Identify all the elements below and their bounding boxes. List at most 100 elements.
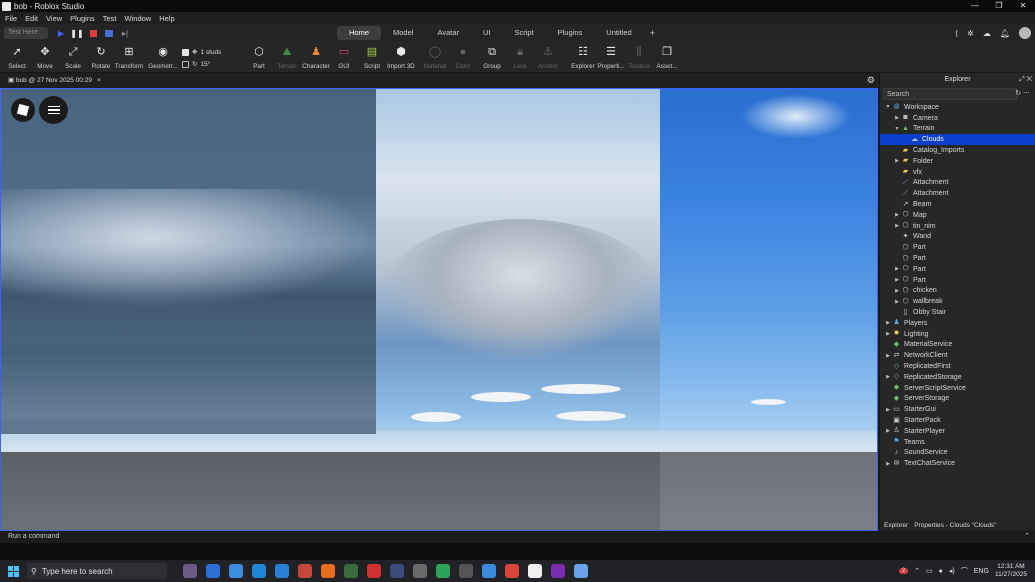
chevron-up-icon[interactable]: ⌃ [914, 567, 920, 575]
material-button[interactable]: ◯ Material [420, 44, 450, 70]
tab-avatar[interactable]: Avatar [425, 26, 471, 40]
tree-item-beam[interactable]: ↗ Beam [880, 199, 1035, 210]
cloud-icon[interactable]: ☁ [983, 29, 991, 38]
select-button[interactable]: ➚ Select [2, 44, 32, 70]
mail-icon[interactable] [275, 564, 289, 578]
client-server-icon[interactable] [103, 27, 115, 39]
notification-icon[interactable]: 🔔︎ [1000, 29, 1010, 38]
explorer-window-buttons[interactable]: ⤢ ✕ [1019, 73, 1032, 87]
tree-item-obby-stair[interactable]: ▯ Obby Stair [880, 307, 1035, 318]
tree-item-part[interactable]: ▶ ⬡ Part [880, 264, 1035, 275]
viewport-settings-icon[interactable]: ⚙ [867, 75, 875, 86]
app-icon[interactable] [367, 564, 381, 578]
tree-item-part[interactable]: ▶ ⬡ Part [880, 275, 1035, 286]
chevron-down-icon[interactable]: ▼ [884, 104, 892, 110]
windows-start-icon[interactable] [8, 565, 19, 577]
tab-explorer[interactable]: Explorer [884, 522, 908, 529]
viewport[interactable] [0, 88, 878, 531]
tree-item-starterplayer[interactable]: ▶ ♙ StarterPlayer [880, 426, 1035, 437]
tree-item-players[interactable]: ▶ ♟ Players [880, 318, 1035, 329]
group-button[interactable]: ⧉ Group [477, 44, 507, 70]
play-icon[interactable]: ▶ [55, 27, 67, 39]
tab-model[interactable]: Model [381, 26, 425, 40]
hamburger-button[interactable] [39, 96, 68, 124]
tree-item-workspace[interactable]: ▼ ◍ Workspace [880, 102, 1035, 113]
chevron-right-icon[interactable]: ▶ [893, 158, 901, 164]
tree-item-wallbreak[interactable]: ▶ ⬡ wallbreak [880, 296, 1035, 307]
tree-item-lighting[interactable]: ▶ ✹ Lighting [880, 329, 1035, 340]
chevron-right-icon[interactable]: ▶ [893, 277, 901, 283]
chrome-icon[interactable] [505, 564, 519, 578]
menu-test[interactable]: Test [103, 14, 117, 23]
chevron-up-icon[interactable]: ⌃ [1024, 531, 1030, 543]
explorer-search[interactable]: Search ↻ ⋯ [883, 88, 1030, 100]
add-tab-icon[interactable]: + [644, 26, 661, 40]
chevron-right-icon[interactable]: ▶ [884, 331, 892, 337]
tree-item-materialservice[interactable]: ◆ MaterialService [880, 340, 1035, 351]
document-tab[interactable]: ▣ bob @ 27 Nov 2025 00:29 × [4, 75, 105, 87]
roblox-studio-taskbar-icon[interactable] [528, 564, 542, 578]
move-button[interactable]: ✥ Move [30, 44, 60, 70]
tree-item-part[interactable]: ⬡ Part [880, 253, 1035, 264]
roblox-menu-button[interactable] [11, 98, 35, 122]
script-button[interactable]: ▤ Script [357, 44, 387, 70]
task-view-icon[interactable] [206, 564, 220, 578]
pause-icon[interactable]: ❚❚ [70, 27, 83, 39]
properties-button[interactable]: ☰ Properti... [596, 44, 626, 70]
menu-help[interactable]: Help [159, 14, 174, 23]
rotate-snap-checkbox[interactable] [182, 60, 189, 68]
tab-ui[interactable]: UI [471, 26, 503, 40]
app-icon[interactable] [551, 564, 565, 578]
character-button[interactable]: ♟ Character [301, 44, 331, 70]
rotate-button[interactable]: ↻ Rotate [86, 44, 116, 70]
firefox-icon[interactable] [321, 564, 335, 578]
chevron-right-icon[interactable]: ▶ [884, 353, 892, 359]
tree-item-terrain[interactable]: ▼ ▲ Terrain [880, 124, 1035, 135]
tree-item-tin-nim[interactable]: ▶ ⬡ tin_nim [880, 221, 1035, 232]
share-icon[interactable]: ⟨ [955, 29, 958, 38]
notification-badge[interactable]: 2 [898, 568, 909, 574]
collaborate-icon[interactable]: ✲ [967, 29, 974, 38]
tab-plugins[interactable]: Plugins [546, 26, 595, 40]
taskbar-search[interactable]: ⚲ Type here to search [27, 563, 167, 579]
chevron-right-icon[interactable]: ▶ [893, 223, 901, 229]
move-snap[interactable]: ✥ 1 studs [182, 46, 221, 58]
tree-item-startergui[interactable]: ▶ ▭ StarterGui [880, 404, 1035, 415]
menu-edit[interactable]: Edit [25, 14, 38, 23]
language-indicator[interactable]: ENG [974, 568, 989, 575]
anchor-button[interactable]: ⚓︎ Anchor [533, 44, 563, 70]
chevron-right-icon[interactable]: ▶ [893, 212, 901, 218]
test-mode-dropdown[interactable]: Test Here [4, 27, 48, 39]
close-button[interactable]: ✕ [1011, 0, 1035, 12]
terrain-button[interactable]: ⛰ Terrain [272, 44, 302, 70]
tree-item-part[interactable]: ⬡ Part [880, 242, 1035, 253]
volume-icon[interactable]: ◂) [949, 567, 955, 575]
tree-item-serverstorage[interactable]: ◆ ServerStorage [880, 394, 1035, 405]
stop-icon[interactable] [87, 27, 99, 39]
close-tab-icon[interactable]: × [97, 77, 101, 84]
tree-item-chicken[interactable]: ▶ ⬡ chicken [880, 286, 1035, 297]
scale-button[interactable]: ⤢ Scale [58, 44, 88, 70]
copilot-icon[interactable] [229, 564, 243, 578]
explorer-button[interactable]: ☷ Explorer [568, 44, 598, 70]
tree-item-networkclient[interactable]: ▶ ⇄ NetworkClient [880, 350, 1035, 361]
tree-item-teams[interactable]: ⚑ Teams [880, 437, 1035, 448]
tree-item-replicatedfirst[interactable]: ◇ ReplicatedFirst [880, 361, 1035, 372]
battery-icon[interactable]: ▭ [926, 567, 933, 575]
chevron-right-icon[interactable]: ▶ [893, 288, 901, 294]
tree-item-starterpack[interactable]: ▣ StarterPack [880, 415, 1035, 426]
chevron-right-icon[interactable]: ▶ [893, 266, 901, 272]
tree-item-map[interactable]: ▶ ⬡ Map [880, 210, 1035, 221]
app-icon[interactable] [413, 564, 427, 578]
tree-item-textchatservice[interactable]: ▶ ✉ TextChatService [880, 458, 1035, 469]
app-icon[interactable] [459, 564, 473, 578]
microphone-icon[interactable]: ● [939, 568, 943, 575]
part-button[interactable]: ⬡ Part [244, 44, 274, 70]
tree-item-soundservice[interactable]: ♪ SoundService [880, 448, 1035, 459]
tree-item-serverscriptservice[interactable]: ◆ ServerScriptService [880, 383, 1035, 394]
step-icon[interactable]: ▸| [119, 27, 131, 39]
tab-script[interactable]: Script [503, 26, 546, 40]
rotate-snap[interactable]: ↻ 15° [182, 58, 221, 70]
minimize-button[interactable]: — [963, 0, 987, 12]
tree-item-replicatedstorage[interactable]: ▶ ◇ ReplicatedStorage [880, 372, 1035, 383]
